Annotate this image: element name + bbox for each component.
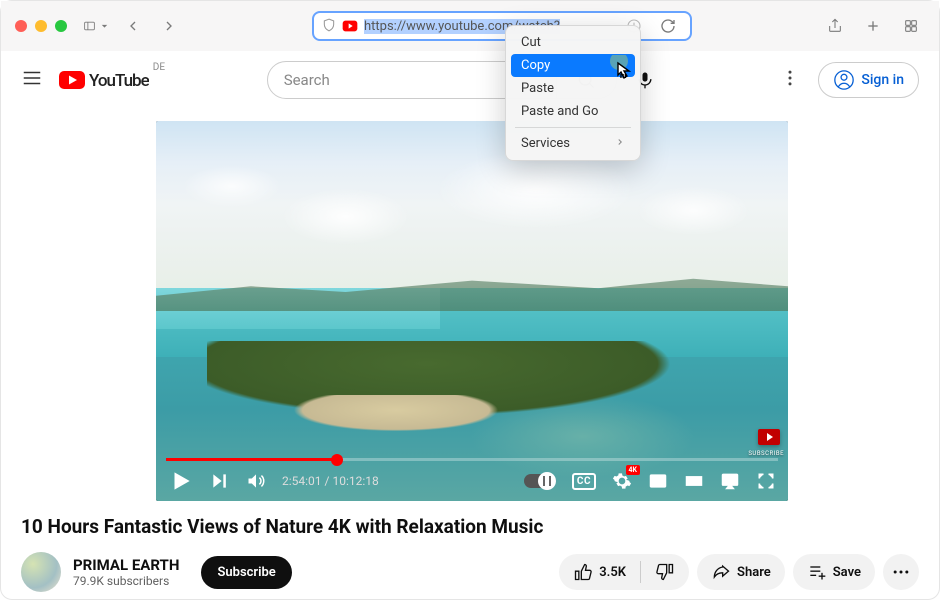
window-controls <box>15 20 67 32</box>
context-separator <box>515 127 631 128</box>
new-tab-button[interactable] <box>859 12 887 40</box>
context-cut[interactable]: Cut <box>511 31 635 54</box>
tab-overview-button[interactable] <box>897 12 925 40</box>
video-player[interactable]: SUBSCRIBE 2:54:01 / 10:12:18 CC 4K <box>156 121 788 501</box>
youtube-favicon <box>342 18 358 34</box>
autoplay-toggle[interactable] <box>524 474 556 488</box>
miniplayer-button[interactable] <box>648 471 668 491</box>
save-button[interactable]: Save <box>793 554 875 590</box>
channel-name[interactable]: PRIMAL EARTH <box>73 556 179 574</box>
dislike-button[interactable] <box>641 554 689 590</box>
video-title: 10 Hours Fantastic Views of Nature 4K wi… <box>21 515 919 538</box>
captions-button[interactable]: CC <box>572 473 596 490</box>
privacy-shield-icon[interactable] <box>322 17 336 36</box>
settings-button[interactable]: 4K <box>612 471 632 491</box>
next-button[interactable] <box>210 471 230 491</box>
youtube-logo[interactable]: YouTube DE <box>59 68 149 92</box>
theater-button[interactable] <box>684 471 704 491</box>
time-display: 2:54:01 / 10:12:18 <box>282 474 379 488</box>
close-window[interactable] <box>15 20 27 32</box>
channel-avatar[interactable] <box>21 552 61 592</box>
user-icon <box>833 69 855 91</box>
video-meta-row: PRIMAL EARTH 79.9K subscribers Subscribe… <box>21 552 919 592</box>
svg-text:YouTube: YouTube <box>89 71 149 91</box>
region-label: DE <box>153 62 165 73</box>
like-button[interactable]: 3.5K <box>559 554 640 590</box>
maximize-window[interactable] <box>55 20 67 32</box>
like-dislike-pill: 3.5K <box>559 554 689 590</box>
ellipsis-icon <box>891 562 911 582</box>
share-icon <box>711 562 731 582</box>
back-button[interactable] <box>119 12 147 40</box>
quality-badge: 4K <box>626 465 640 475</box>
player-controls: 2:54:01 / 10:12:18 CC 4K <box>156 461 788 501</box>
more-actions-button[interactable] <box>883 554 919 590</box>
volume-button[interactable] <box>246 471 266 491</box>
context-copy[interactable]: Copy <box>511 54 635 77</box>
video-actions: 3.5K Share Save <box>559 554 919 590</box>
share-button[interactable] <box>821 12 849 40</box>
video-frame <box>156 121 788 501</box>
context-menu: Cut Copy Paste Paste and Go Services <box>505 25 641 161</box>
player-area: SUBSCRIBE 2:54:01 / 10:12:18 CC 4K <box>1 109 939 501</box>
more-options-icon[interactable] <box>780 68 800 92</box>
subscribe-overlay-label: SUBSCRIBE <box>748 450 784 457</box>
thumbs-up-icon <box>573 562 593 582</box>
reload-button[interactable] <box>654 12 682 40</box>
minimize-window[interactable] <box>35 20 47 32</box>
subscribe-overlay-icon[interactable] <box>758 429 780 445</box>
fullscreen-button[interactable] <box>756 471 776 491</box>
play-button[interactable] <box>168 468 194 494</box>
menu-icon[interactable] <box>21 67 43 93</box>
playlist-add-icon <box>807 562 827 582</box>
subscribe-button[interactable]: Subscribe <box>201 556 291 589</box>
share-video-button[interactable]: Share <box>697 554 785 590</box>
video-info: 10 Hours Fantastic Views of Nature 4K wi… <box>1 501 939 592</box>
thumbs-down-icon <box>655 562 675 582</box>
sidebar-toggle[interactable] <box>83 12 111 40</box>
youtube-header: YouTube DE Search Sign in <box>1 51 939 109</box>
context-paste[interactable]: Paste <box>511 77 635 100</box>
chevron-right-icon <box>615 136 625 151</box>
browser-toolbar: https://www.youtube.com/watch? <box>1 1 939 51</box>
airplay-button[interactable] <box>720 471 740 491</box>
context-services[interactable]: Services <box>511 132 635 155</box>
subscriber-count: 79.9K subscribers <box>73 574 179 588</box>
signin-button[interactable]: Sign in <box>818 62 919 98</box>
context-paste-and-go[interactable]: Paste and Go <box>511 100 635 123</box>
forward-button[interactable] <box>155 12 183 40</box>
channel-info: PRIMAL EARTH 79.9K subscribers <box>73 556 179 588</box>
share-pill: Share <box>697 554 785 590</box>
save-pill: Save <box>793 554 875 590</box>
